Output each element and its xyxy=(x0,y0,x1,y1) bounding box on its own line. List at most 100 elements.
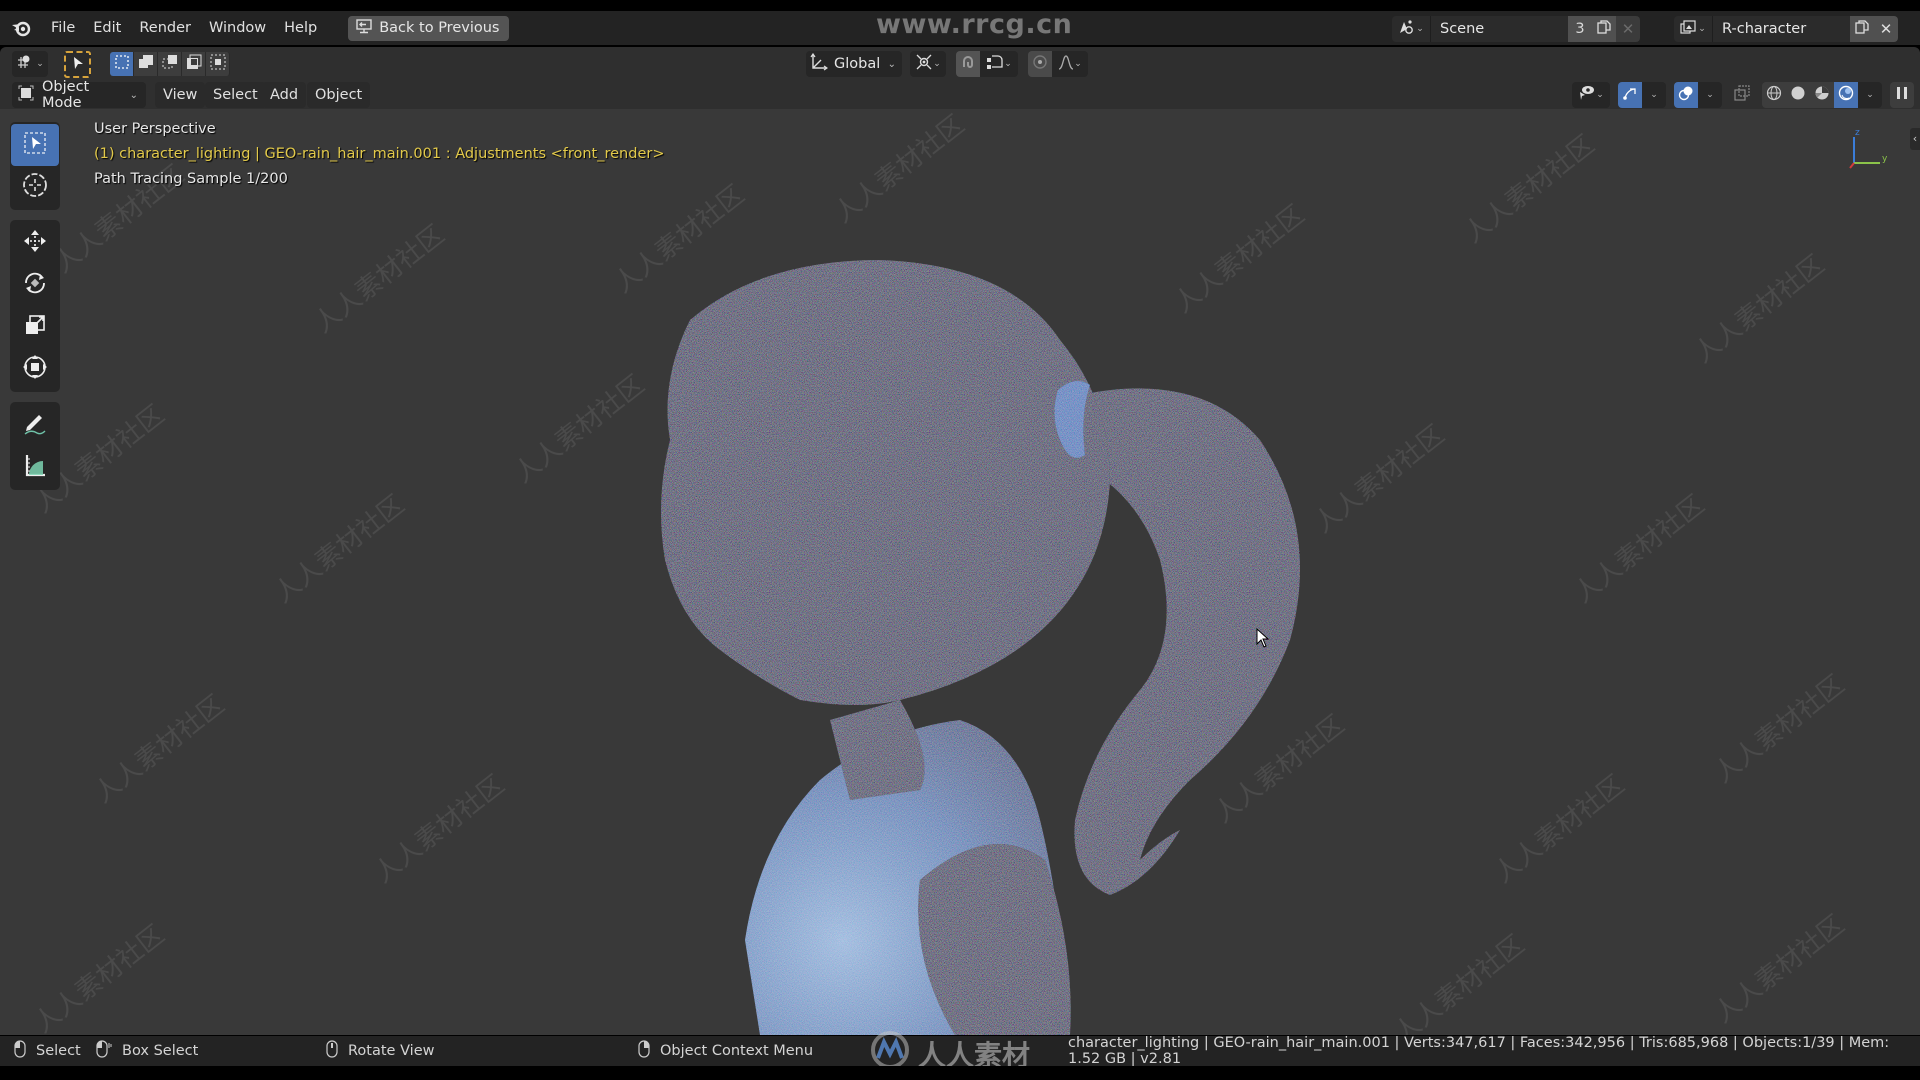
render-status: Path Tracing Sample 1/200 xyxy=(94,171,288,187)
new-view-layer-button[interactable] xyxy=(1850,16,1874,42)
shading-material-button[interactable] xyxy=(1810,82,1834,108)
new-scene-button[interactable] xyxy=(1592,16,1616,42)
move-arrows-icon xyxy=(21,227,49,259)
arm-shape xyxy=(918,844,1071,1035)
scene-name-field[interactable]: Scene xyxy=(1430,16,1568,42)
tool-transform[interactable] xyxy=(11,348,59,390)
tool-scale[interactable] xyxy=(11,306,59,348)
transform-orientation-dropdown[interactable]: Global ⌄ xyxy=(806,51,902,77)
scene-users-count[interactable]: 3 xyxy=(1568,16,1592,42)
snap-element-dropdown[interactable]: ⌄ xyxy=(980,51,1018,77)
object-mode-icon xyxy=(18,85,34,105)
view-layer-name-field[interactable]: R-character xyxy=(1712,16,1850,42)
menu-object[interactable]: Object xyxy=(307,82,371,108)
proportional-falloff-dropdown[interactable]: ⌄ xyxy=(1052,51,1088,77)
close-icon: ✕ xyxy=(1879,20,1893,38)
sidebar-toggle[interactable]: ‹ xyxy=(1910,128,1920,150)
tool-group-select xyxy=(10,122,60,210)
tool-annotate[interactable] xyxy=(11,404,59,446)
select-new-button[interactable] xyxy=(110,52,134,76)
mouse-left-drag-icon xyxy=(96,1040,112,1062)
duplicate-icon xyxy=(1597,20,1611,38)
select-intersect-button[interactable] xyxy=(206,52,230,76)
menu-view[interactable]: View xyxy=(155,82,206,108)
active-tool-button[interactable] xyxy=(64,51,91,78)
xray-toggle[interactable] xyxy=(1730,82,1754,108)
tool-cursor[interactable] xyxy=(11,166,59,208)
snap-increment-icon xyxy=(986,53,1004,75)
tool-move[interactable] xyxy=(11,222,59,264)
mouse-left-icon xyxy=(14,1040,26,1062)
menu-render[interactable]: Render xyxy=(130,15,200,41)
back-to-previous-button[interactable]: Back to Previous xyxy=(348,15,510,41)
solid-sphere-icon xyxy=(1790,85,1806,105)
pivot-point-dropdown[interactable]: ⌄ xyxy=(910,51,946,77)
material-sphere-icon xyxy=(1814,85,1830,105)
view-name: User Perspective xyxy=(94,121,216,137)
gizmo-toggle[interactable] xyxy=(1618,82,1642,108)
3d-viewport[interactable]: 人人素材社区 人人素材社区 人人素材社区 人人素材社区 人人素材社区 人人素材社… xyxy=(0,109,1920,1035)
rotate-icon xyxy=(21,269,49,301)
select-subtract-icon xyxy=(162,54,178,74)
view-layer-browse-button[interactable]: ⌄ xyxy=(1674,16,1712,42)
overlays-icon xyxy=(1678,85,1694,105)
menu-file[interactable]: File xyxy=(42,15,84,41)
chevron-down-icon: ⌄ xyxy=(1004,59,1012,69)
status-hint-label: Rotate View xyxy=(348,1043,435,1059)
menu-help[interactable]: Help xyxy=(275,15,326,41)
rendered-sphere-icon xyxy=(1838,85,1854,105)
select-intersect-icon xyxy=(210,54,226,74)
head-hair-shape xyxy=(661,260,1110,705)
shading-dropdown[interactable]: ⌄ xyxy=(1858,82,1882,108)
pivot-point-icon xyxy=(915,53,933,75)
wireframe-sphere-icon xyxy=(1766,85,1782,105)
chevron-down-icon: ⌄ xyxy=(36,59,44,69)
delete-scene-button[interactable]: ✕ xyxy=(1616,16,1640,42)
view-layer-selector: ⌄ R-character ✕ xyxy=(1674,16,1898,42)
magnet-icon xyxy=(960,54,976,74)
overlays-toggle[interactable] xyxy=(1674,82,1698,108)
shading-rendered-button[interactable] xyxy=(1834,82,1858,108)
menu-select[interactable]: Select xyxy=(205,82,266,108)
mouse-cursor-icon xyxy=(1256,628,1270,648)
chevron-down-icon: ⌄ xyxy=(129,89,138,101)
pause-render-button[interactable] xyxy=(1890,82,1914,108)
pencil-icon xyxy=(21,409,49,441)
select-cursor-icon xyxy=(72,56,84,74)
select-invert-button[interactable] xyxy=(182,52,206,76)
status-hint-label: Select xyxy=(36,1043,81,1059)
scene-icon xyxy=(1398,19,1414,39)
tool-rotate[interactable] xyxy=(11,264,59,306)
proportional-edit-icon xyxy=(1032,54,1048,74)
viewport-shading-controls: ⌄ ⌄ ⌄ ⌄ xyxy=(1572,82,1920,108)
chevron-left-icon: ‹ xyxy=(1912,132,1918,145)
delete-view-layer-button[interactable]: ✕ xyxy=(1874,16,1898,42)
chevron-down-icon: ⌄ xyxy=(1596,90,1604,100)
select-extend-button[interactable] xyxy=(134,52,158,76)
select-subtract-button[interactable] xyxy=(158,52,182,76)
tool-shelf xyxy=(10,122,60,500)
editor-type-button[interactable]: ⌄ xyxy=(12,51,48,77)
visibility-dropdown[interactable]: ⌄ xyxy=(1572,82,1610,108)
scene-browse-button[interactable]: ⌄ xyxy=(1392,16,1430,42)
gizmo-y-label: y xyxy=(1882,154,1888,164)
shading-solid-button[interactable] xyxy=(1786,82,1810,108)
blender-logo-icon[interactable] xyxy=(10,17,32,39)
tool-select-box[interactable] xyxy=(11,124,59,166)
status-hint-box-select: Box Select xyxy=(96,1040,198,1062)
proportional-editing-toggle[interactable] xyxy=(1028,51,1052,77)
menu-edit[interactable]: Edit xyxy=(84,15,130,41)
overlays-dropdown[interactable]: ⌄ xyxy=(1698,82,1722,108)
menu-window[interactable]: Window xyxy=(200,15,275,41)
menu-add[interactable]: Add xyxy=(262,82,307,108)
interaction-mode-dropdown[interactable]: Object Mode ⌄ xyxy=(12,79,146,111)
chevron-down-icon: ⌄ xyxy=(887,58,896,70)
close-icon: ✕ xyxy=(1621,20,1635,38)
viewport-3d-icon xyxy=(16,54,36,74)
gizmo-dropdown[interactable]: ⌄ xyxy=(1642,82,1666,108)
navigation-gizmo[interactable]: z y xyxy=(1842,125,1892,175)
shading-wireframe-button[interactable] xyxy=(1762,82,1786,108)
scene-selector: ⌄ Scene 3 ✕ xyxy=(1392,16,1640,42)
snap-toggle[interactable] xyxy=(956,51,980,77)
tool-measure[interactable] xyxy=(11,446,59,488)
